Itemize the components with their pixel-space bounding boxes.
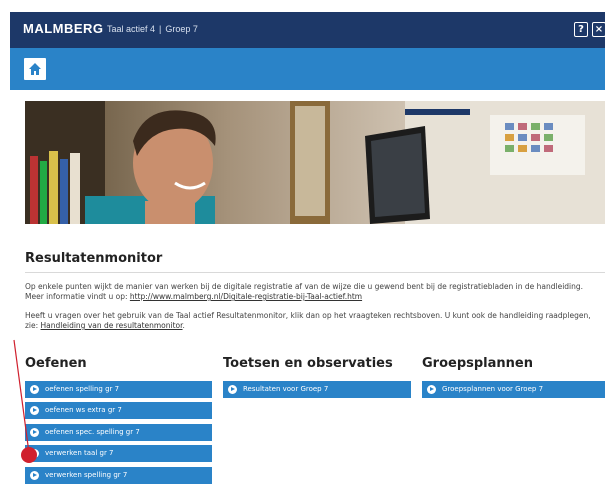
pointer-line	[13, 339, 30, 454]
pointer-dot	[21, 447, 37, 463]
